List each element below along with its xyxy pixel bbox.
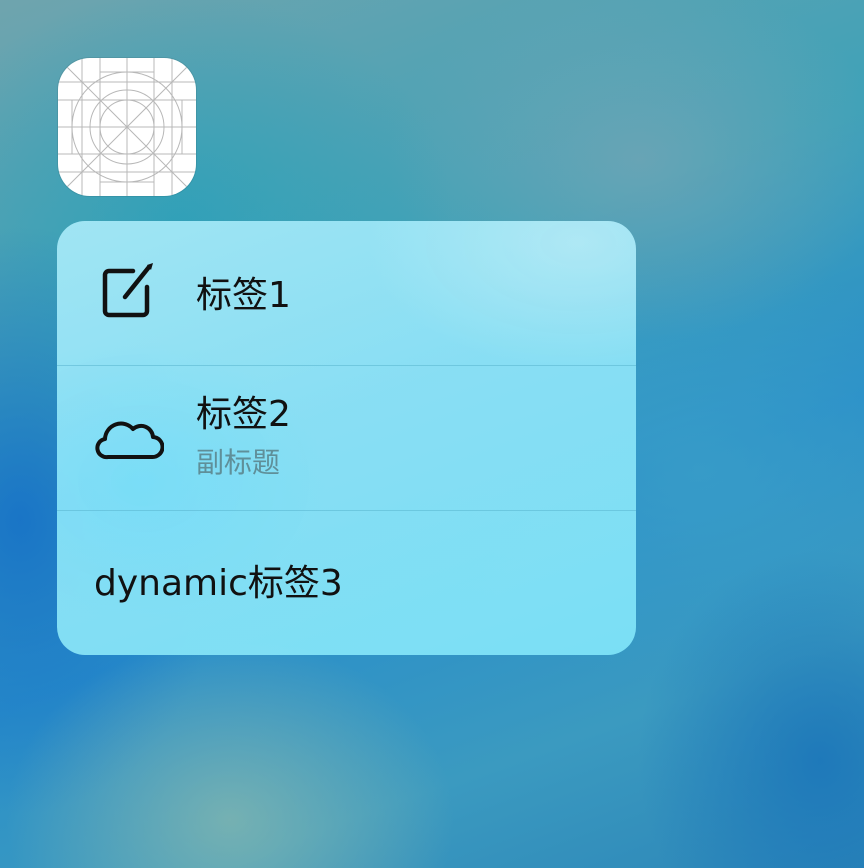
app-icon[interactable] [58, 58, 196, 196]
quick-action-subtitle-2: 副标题 [196, 446, 281, 479]
quick-action-item-3[interactable]: dynamic标签3 [57, 511, 636, 655]
quick-action-item-1[interactable]: 标签1 [57, 221, 636, 366]
quick-action-title-3: dynamic标签3 [94, 563, 343, 604]
cloud-icon [95, 421, 164, 460]
app-icon-grid-graphic [58, 58, 196, 196]
quick-action-title-1: 标签1 [196, 275, 291, 316]
quick-action-title-2: 标签2 [196, 394, 291, 435]
quick-action-menu: 标签1 标签2 副标题 dynamic标签3 [57, 221, 636, 655]
compose-icon [102, 263, 153, 318]
quick-action-item-2[interactable]: 标签2 副标题 [57, 366, 636, 511]
